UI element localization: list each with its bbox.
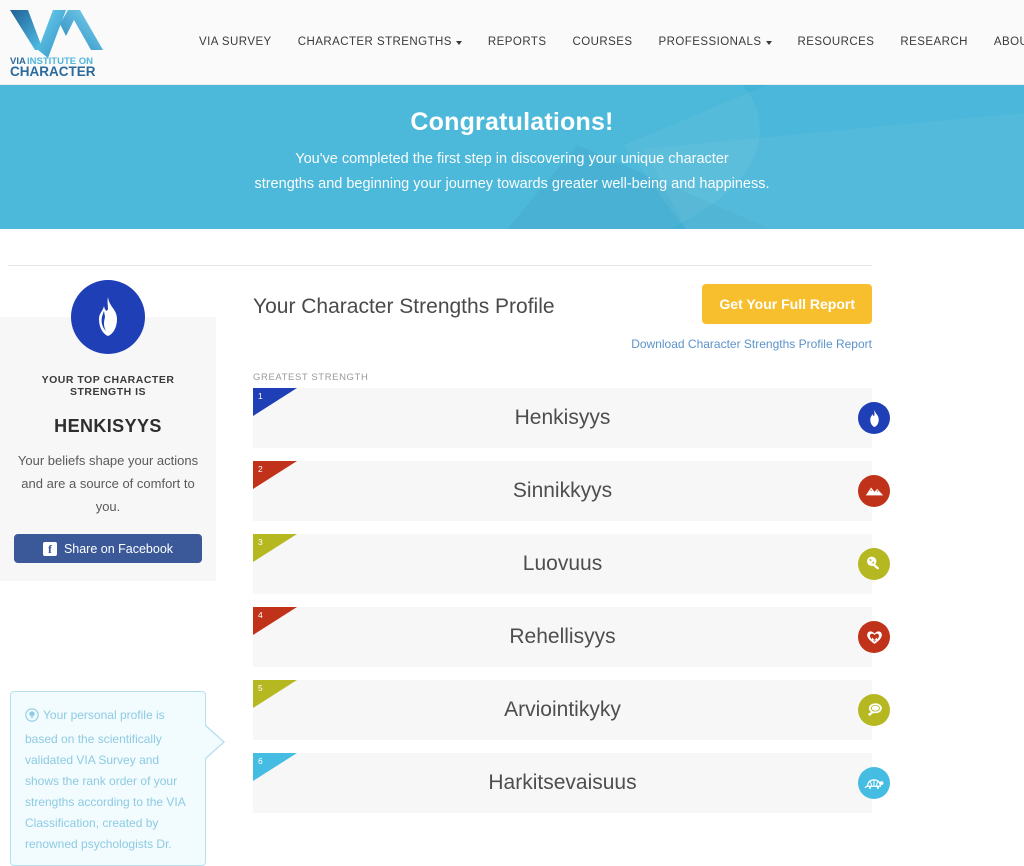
nav-label: RESEARCH	[900, 36, 968, 48]
strengths-list: 1 Henkisyys 2 Sinnikkyys 3 Luovuus 4 Reh…	[253, 388, 890, 813]
page-title: Your Character Strengths Profile	[253, 295, 555, 318]
greatest-strength-label: GREATEST STRENGTH	[253, 372, 369, 383]
nav-item-reports[interactable]: REPORTS	[475, 30, 560, 54]
main-navigation: VIA SURVEY CHARACTER STRENGTHS REPORTS C…	[186, 30, 1024, 54]
hero-subtitle-line2: strengths and beginning your journey tow…	[254, 176, 770, 192]
nav-label: PROFESSIONALS	[658, 36, 762, 48]
strength-name: Henkisyys	[514, 406, 611, 429]
share-button-label: Share on Facebook	[63, 541, 174, 556]
nav-item-about[interactable]: ABOUT	[981, 30, 1024, 54]
top-strength-card: YOUR TOP CHARACTER STRENGTH IS HENKISYYS…	[0, 280, 216, 581]
nav-label: ABOUT	[993, 36, 1024, 48]
nav-label: CHARACTER STRENGTHS	[297, 36, 452, 48]
top-strength-sidebar: YOUR TOP CHARACTER STRENGTH IS HENKISYYS…	[0, 280, 225, 866]
hero-title: Congratulations!	[410, 108, 614, 136]
strengths-profile-main: Your Character Strengths Profile Get You…	[216, 284, 1024, 866]
card-eyebrow: YOUR TOP CHARACTER STRENGTH IS	[41, 374, 175, 398]
chevron-down-icon	[765, 41, 772, 45]
facebook-icon: f	[42, 541, 57, 556]
nav-item-via-survey[interactable]: VIA SURVEY	[186, 30, 285, 54]
nav-item-courses[interactable]: COURSES	[559, 30, 645, 54]
rank-ribbon: 1	[253, 388, 297, 416]
chevron-down-icon	[455, 41, 462, 45]
via-institute-on-character-logo[interactable]: VIA INSTITUTE ON CHARACTER	[8, 6, 108, 78]
rank-ribbon: 2	[253, 461, 297, 489]
callout-text: Your personal profile is based on the sc…	[25, 708, 186, 851]
nav-item-character-strengths[interactable]: CHARACTER STRENGTHS	[285, 30, 475, 54]
nav-item-professionals[interactable]: PROFESSIONALS	[646, 30, 785, 54]
rank-number: 3	[258, 537, 263, 547]
callout-arrow	[205, 726, 223, 758]
nav-label: REPORTS	[487, 36, 547, 48]
hero-subtitle-line1: You've completed the first step in disco…	[295, 151, 729, 167]
rank-ribbon: 6	[253, 753, 297, 781]
share-on-facebook-button[interactable]: f Share on Facebook	[14, 534, 202, 563]
strength-row[interactable]: 5 Arviointikyky	[253, 680, 890, 740]
rank-ribbon: 3	[253, 534, 297, 562]
strength-row[interactable]: 6 Harkitsevaisuus	[253, 753, 890, 813]
svg-text:CHARACTER: CHARACTER	[10, 64, 96, 78]
nav-label: COURSES	[572, 36, 633, 48]
turtle-icon[interactable]	[858, 767, 890, 799]
strength-name: Harkitsevaisuus	[488, 771, 637, 794]
strength-row[interactable]: 2 Sinnikkyys	[253, 461, 890, 521]
flame-icon[interactable]	[858, 402, 890, 434]
strength-name: Arviointikyky	[504, 698, 621, 721]
nav-label: RESOURCES	[797, 36, 875, 48]
speech-bubble-icon[interactable]	[858, 694, 890, 726]
section-divider	[8, 265, 872, 266]
strength-name: Sinnikkyys	[512, 479, 613, 502]
page-body: YOUR TOP CHARACTER STRENGTH IS HENKISYYS…	[0, 265, 1024, 866]
mountains-icon[interactable]	[858, 475, 890, 507]
nav-item-resources[interactable]: RESOURCES	[785, 30, 888, 54]
strength-row[interactable]: 1 Henkisyys	[253, 388, 890, 448]
paintbrush-icon[interactable]	[858, 548, 890, 580]
rank-number: 1	[258, 391, 263, 401]
rank-number: 4	[258, 610, 263, 620]
strength-name: Rehellisyys	[509, 625, 616, 648]
rank-number: 5	[258, 683, 263, 693]
strength-row[interactable]: 3 Luovuus	[253, 534, 890, 594]
rank-ribbon: 5	[253, 680, 297, 708]
rank-number: 2	[258, 464, 263, 474]
nav-label: VIA SURVEY	[199, 36, 272, 48]
download-report-link[interactable]: Download Character Strengths Profile Rep…	[631, 337, 872, 351]
rank-ribbon: 4	[253, 607, 297, 635]
nav-item-research[interactable]: RESEARCH	[887, 30, 981, 54]
top-strength-description: Your beliefs shape your actions and are …	[17, 453, 199, 514]
info-callout: Your personal profile is based on the sc…	[10, 691, 225, 866]
lightbulb-icon	[25, 708, 39, 729]
get-full-report-button[interactable]: Get Your Full Report	[702, 284, 872, 324]
flame-icon	[71, 280, 145, 354]
congratulations-hero: Congratulations! You've completed the fi…	[0, 85, 1024, 229]
top-strength-name: HENKISYYS	[54, 416, 162, 436]
site-header: VIA INSTITUTE ON CHARACTER VIA SURVEY CH…	[0, 0, 1024, 85]
strength-name: Luovuus	[522, 552, 603, 575]
strength-row[interactable]: 4 Rehellisyys	[253, 607, 890, 667]
rank-number: 6	[258, 756, 263, 766]
heart-icon[interactable]	[858, 621, 890, 653]
